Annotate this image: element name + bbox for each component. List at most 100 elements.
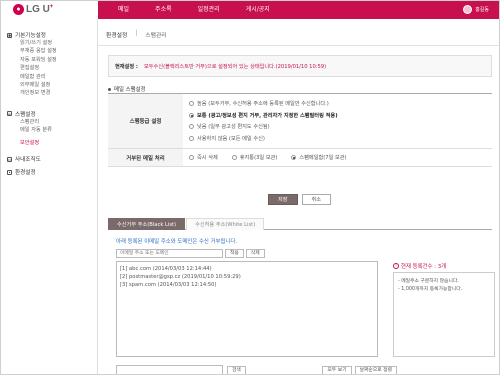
- list-item[interactable]: [2] postmaster@gsp.cz (2019/01/10 10:59:…: [120, 273, 374, 281]
- grade-label: 스팸등급 설정: [108, 94, 183, 148]
- radio-button[interactable]: [189, 112, 194, 118]
- registered-count: ! 현재 등록건수 : 3개: [393, 262, 446, 270]
- radio-button[interactable]: [189, 155, 194, 160]
- reject-label: 거부된 메일 처리: [108, 149, 183, 166]
- grade-option-high[interactable]: 높음 (모두거부, 수신허용 주소에 등록된 메일만 수신합니다.): [189, 98, 486, 110]
- bullet-icon: [108, 87, 111, 91]
- tab-black-list[interactable]: 수신거부 주소(Black List): [108, 218, 186, 230]
- top-bar: ● LG U+ 메일 주소록 일정관리 게시/공지 홍길동: [1, 1, 499, 19]
- nav-address-book[interactable]: 주소록: [142, 1, 185, 19]
- sidebar-item-read-write[interactable]: 읽기/쓰기 설정: [7, 39, 97, 47]
- logo-text: LG U+: [26, 4, 54, 15]
- form-buttons: 저장 취소: [98, 194, 499, 205]
- apply-button[interactable]: 적용: [225, 249, 244, 258]
- avatar: [463, 5, 473, 14]
- grade-option-normal[interactable]: 보통 (광고/정보성 편지 거부, 관리자가 지정한 스팸필터링 적용): [189, 110, 486, 122]
- cancel-button[interactable]: 취소: [301, 194, 332, 205]
- sidebar-item-auto-forward[interactable]: 자동 포워딩 설정: [7, 56, 97, 64]
- nav-board[interactable]: 게시/공지: [233, 1, 283, 19]
- logo-mark-icon: ●: [13, 4, 24, 15]
- sidebar-item-auto-reply[interactable]: 부재중 응답 설정: [7, 47, 97, 55]
- list-actions: 모두 보기 날짜순으로 정렬: [322, 365, 397, 374]
- grade-option-low[interactable]: 낮음 (일부 광고성 편지도 수신됨): [189, 121, 486, 133]
- sidebar-item-edit[interactable]: 편집설정: [7, 64, 97, 72]
- grade-option-off[interactable]: 사용하지 않음 (모든 메일 수신): [189, 133, 486, 145]
- list-tabs: 수신거부 주소(Black List) 수신허용 주소(White List): [108, 218, 492, 230]
- notes-box: - 메일주소 구분하지 않습니다. - 1,000개까지 등록가능합니다.: [393, 272, 495, 357]
- sidebar-item-security[interactable]: 보안설정: [7, 139, 97, 147]
- current-setting-value: 모두수신(블랙리스트만 거부)으로 설정되어 있는 상태입니다.(2019/01…: [143, 63, 327, 70]
- sidebar-section-header[interactable]: ✱ 기본기능설정: [7, 31, 97, 39]
- list-item[interactable]: [3] spam.com (2014/03/03 12:14:50): [120, 281, 374, 289]
- radio-label: 휴지통(3일 보관): [239, 155, 278, 161]
- tab-white-list[interactable]: 수신허용 주소(White List): [186, 218, 265, 230]
- nav-schedule[interactable]: 일정관리: [185, 1, 233, 19]
- list-description: 아래 등록된 이메일 주소와 도메인은 수신 거부됩니다.: [116, 239, 238, 245]
- sidebar-section-header[interactable]: ⌂ 스팸설정: [7, 110, 97, 118]
- radio-button[interactable]: [231, 155, 237, 160]
- sidebar-section-title: 기본기능설정: [15, 33, 46, 39]
- section-title-text: 메일 스팸설정: [114, 87, 146, 93]
- radio-label: 즉시 삭제: [197, 155, 218, 161]
- view-all-button[interactable]: 모두 보기: [322, 365, 352, 374]
- reject-options: 즉시 삭제 휴지통(3일 보관) 스팸메일함(7일 보관): [183, 149, 347, 166]
- radio-label: 높음 (모두거부, 수신허용 주소에 등록된 메일만 수신합니다.): [197, 101, 329, 108]
- radio-label: 낮음 (일부 광고성 편지도 수신됨): [197, 124, 270, 131]
- sidebar-item-preferences[interactable]: • 환경설정: [7, 168, 97, 176]
- user-name: 홍길동: [475, 7, 489, 13]
- radio-button[interactable]: [189, 101, 194, 107]
- nav-mail[interactable]: 메일: [98, 1, 142, 19]
- search-input[interactable]: [116, 365, 223, 374]
- breadcrumb: 환경설정 | 스팸관리: [106, 30, 167, 39]
- grade-row: 스팸등급 설정 높음 (모두거부, 수신허용 주소에 등록된 메일만 수신합니다…: [108, 94, 492, 149]
- org-icon: ▫: [7, 156, 12, 162]
- radio-button[interactable]: [189, 135, 194, 141]
- sidebar-section-security: 보안설정: [1, 139, 97, 147]
- shield-icon: ⌂: [7, 111, 12, 117]
- sort-by-date-button[interactable]: 날짜순으로 정렬: [354, 365, 397, 374]
- user-menu[interactable]: 홍길동: [463, 5, 489, 14]
- sidebar-section-bottom: ▫ 사내조직도 • 환경설정: [1, 155, 97, 176]
- breadcrumb-current: 스팸관리: [145, 33, 167, 39]
- gear-icon: ✱: [7, 32, 12, 38]
- save-button[interactable]: 저장: [267, 194, 298, 205]
- reject-option-delete[interactable]: 즉시 삭제: [189, 152, 218, 164]
- delete-button[interactable]: 삭제: [245, 249, 265, 258]
- note-line: - 메일주소 구분하지 않습니다.: [398, 279, 459, 284]
- search-button[interactable]: 검색: [227, 365, 246, 374]
- sidebar-section-title: 스팸설정: [15, 111, 36, 118]
- app-window: ● LG U+ 메일 주소록 일정관리 게시/공지 홍길동 ✱ 기본기능설정 읽…: [0, 0, 500, 375]
- sidebar-item-label: 환경설정: [15, 170, 36, 177]
- radio-label: 스팸메일함(7일 보관): [299, 155, 347, 161]
- sidebar-item-mailbox[interactable]: 메일함 관리: [7, 73, 97, 81]
- radio-label: 보통 (광고/정보성 편지 거부, 관리자가 지정한 스팸필터링 적용): [197, 112, 338, 119]
- list-item[interactable]: [1] abc.com (2014/03/03 12:14:44): [120, 265, 374, 273]
- radio-button[interactable]: [291, 155, 297, 160]
- info-icon: !: [393, 263, 399, 269]
- reject-option-spambox[interactable]: 스팸메일함(7일 보관): [291, 152, 347, 164]
- sidebar-item-profile[interactable]: 개인정보 변경: [7, 89, 97, 97]
- sidebar-item-auto-sort[interactable]: 메일 자동 분류: [7, 126, 97, 134]
- sidebar: ✱ 기본기능설정 읽기/쓰기 설정 부재중 응답 설정 자동 포워딩 설정 편집…: [1, 19, 98, 374]
- settings-icon: •: [7, 169, 12, 175]
- radio-label: 사용하지 않음 (모든 메일 수신): [197, 135, 265, 142]
- radio-button[interactable]: [189, 124, 194, 130]
- current-setting-label: 현재설정 :: [115, 63, 138, 70]
- sidebar-item-label: 사내조직도: [15, 157, 41, 164]
- address-input[interactable]: [116, 249, 223, 258]
- divider: [98, 45, 499, 46]
- registered-count-text: 현재 등록건수 : 3개: [401, 264, 447, 270]
- lg-uplus-logo[interactable]: ● LG U+: [13, 4, 53, 15]
- breadcrumb-separator: |: [135, 30, 138, 36]
- reject-option-trash[interactable]: 휴지통(3일 보관): [231, 152, 278, 164]
- grade-options: 높음 (모두거부, 수신허용 주소에 등록된 메일만 수신합니다.) 보통 (광…: [183, 94, 492, 148]
- sidebar-item-org-chart[interactable]: ▫ 사내조직도: [7, 155, 97, 163]
- sidebar-item-external-mail[interactable]: 외부메일 설정: [7, 81, 97, 89]
- reject-row: 거부된 메일 처리 즉시 삭제 휴지통(3일 보관) 스팸메일함(7일 보관): [108, 149, 492, 167]
- sidebar-section-spam: ⌂ 스팸설정 스팸관리 메일 자동 분류: [1, 110, 97, 135]
- breadcrumb-root[interactable]: 환경설정: [106, 30, 127, 39]
- blocked-address-list[interactable]: [1] abc.com (2014/03/03 12:14:44) [2] po…: [116, 261, 378, 357]
- current-setting-box: 현재설정 : 모두수신(블랙리스트만 거부)으로 설정되어 있는 상태입니다.(…: [108, 55, 492, 77]
- sidebar-item-spam-manage[interactable]: 스팸관리: [7, 118, 97, 126]
- main-nav: 메일 주소록 일정관리 게시/공지 홍길동: [98, 1, 499, 19]
